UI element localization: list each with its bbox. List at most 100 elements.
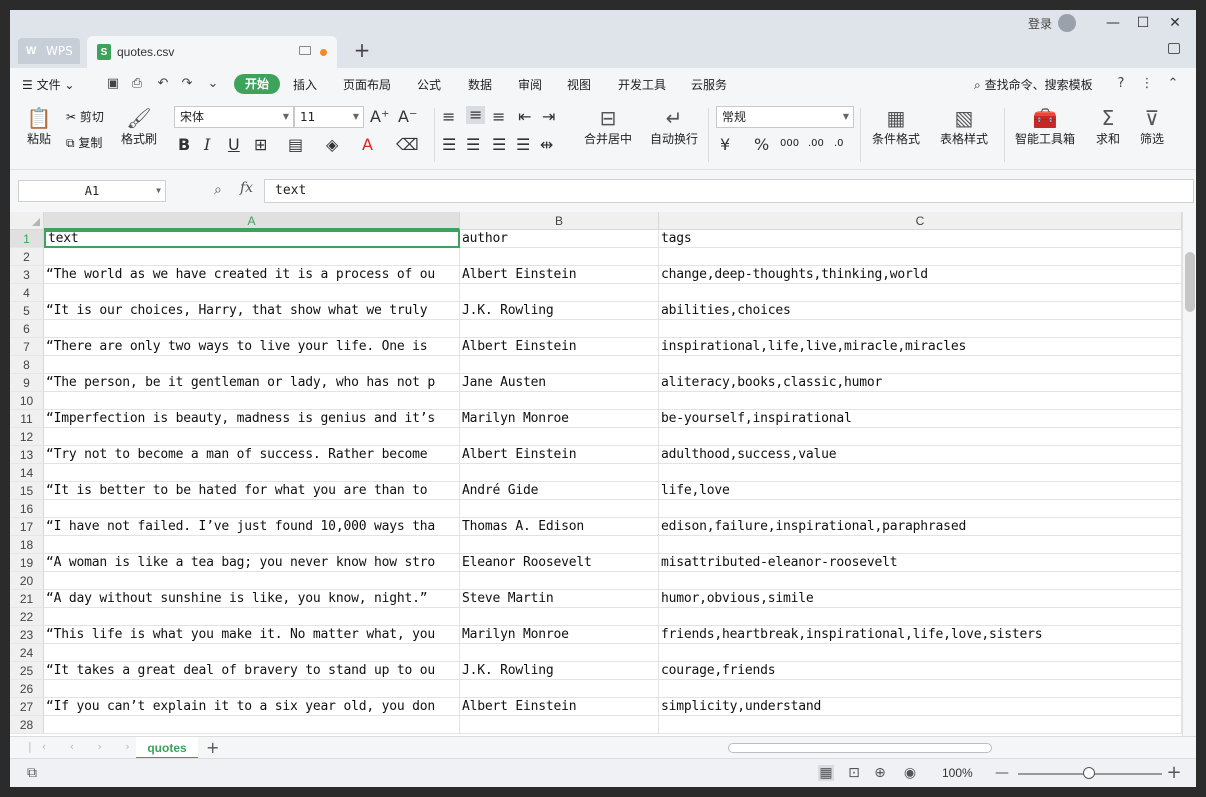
more-options-icon[interactable]: ⋮ (1140, 77, 1154, 91)
cell-col-b[interactable] (460, 536, 659, 554)
sheet-tab-quotes[interactable]: quotes (136, 737, 198, 759)
cell-col-a[interactable] (44, 644, 460, 662)
cell-col-b[interactable] (460, 464, 659, 482)
currency-icon[interactable]: ¥ (720, 136, 730, 154)
cell-col-a[interactable] (44, 248, 460, 266)
cell-col-a[interactable] (44, 536, 460, 554)
distributed-align-icon[interactable]: ⇹ (540, 136, 553, 154)
zoom-search-icon[interactable]: ⌕ (214, 182, 222, 198)
cell-col-b[interactable] (460, 428, 659, 446)
wrap-text-button[interactable]: ↵ 自动换行 (648, 106, 700, 147)
cell-col-c[interactable]: courage,friends (659, 662, 1182, 680)
cell-col-b[interactable] (460, 320, 659, 338)
cell-col-c[interactable]: aliteracy,books,classic,humor (659, 374, 1182, 392)
row-header[interactable]: 28 (10, 716, 44, 734)
close-button[interactable]: ✕ (1162, 14, 1188, 32)
paste-button[interactable]: 📋 粘贴 (22, 106, 56, 147)
cell-col-c[interactable]: abilities,choices (659, 302, 1182, 320)
cell-col-c[interactable]: humor,obvious,simile (659, 590, 1182, 608)
redo-icon[interactable]: ↷ (180, 77, 194, 91)
increase-font-icon[interactable]: A⁺ (370, 108, 389, 126)
cell-col-a[interactable] (44, 392, 460, 410)
row-header[interactable]: 24 (10, 644, 44, 662)
cell-col-c[interactable] (659, 536, 1182, 554)
thousands-separator-icon[interactable]: 000 (780, 138, 799, 149)
cell-col-b[interactable]: Albert Einstein (460, 266, 659, 284)
login-area[interactable]: 登录 (1028, 14, 1077, 32)
undo-icon[interactable]: ↶ (156, 77, 170, 91)
cell-col-a[interactable] (44, 284, 460, 302)
tab-cloud-services[interactable]: 云服务 (691, 76, 727, 93)
cell-col-a[interactable]: “A woman is like a tea bag; you never kn… (44, 554, 460, 572)
save-icon[interactable]: ▣ (106, 77, 120, 91)
select-all-corner[interactable] (10, 212, 44, 230)
row-header[interactable]: 22 (10, 608, 44, 626)
row-header[interactable]: 14 (10, 464, 44, 482)
page-layout-view-icon[interactable]: ⊕ (872, 765, 888, 781)
cell-col-b[interactable]: André Gide (460, 482, 659, 500)
tab-view[interactable]: 视图 (567, 76, 591, 93)
align-bottom-icon[interactable]: ≡ (492, 108, 505, 126)
cell-col-b[interactable] (460, 644, 659, 662)
sheet-nav-arrows[interactable]: |‹ ‹ › ›| (28, 740, 154, 753)
cell-col-a[interactable]: “It is our choices, Harry, that show wha… (44, 302, 460, 320)
row-header[interactable]: 27 (10, 698, 44, 716)
zoom-out-icon[interactable]: — (994, 765, 1010, 781)
cell-col-c[interactable]: life,love (659, 482, 1182, 500)
bold-icon[interactable]: B (178, 136, 190, 154)
cell-col-c[interactable] (659, 248, 1182, 266)
cell-col-a[interactable] (44, 572, 460, 590)
vertical-scrollbar[interactable] (1182, 212, 1196, 736)
help-icon[interactable]: ? (1114, 77, 1128, 91)
row-header[interactable]: 11 (10, 410, 44, 428)
cell-col-c[interactable]: change,deep-thoughts,thinking,world (659, 266, 1182, 284)
cell-col-c[interactable]: misattributed-eleanor-roosevelt (659, 554, 1182, 572)
cell-col-b[interactable]: Thomas A. Edison (460, 518, 659, 536)
format-painter-button[interactable]: 🖌 格式刷 (118, 106, 160, 147)
page-break-view-icon[interactable]: ⊡ (846, 765, 862, 781)
row-header[interactable]: 13 (10, 446, 44, 464)
row-header[interactable]: 17 (10, 518, 44, 536)
cell-col-b[interactable]: J.K. Rowling (460, 302, 659, 320)
cell-col-c[interactable]: friends,heartbreak,inspirational,life,lo… (659, 626, 1182, 644)
sidebar-toggle-icon[interactable] (1168, 43, 1180, 54)
row-header[interactable]: 15 (10, 482, 44, 500)
cell-col-c[interactable] (659, 284, 1182, 302)
cell-col-a[interactable] (44, 500, 460, 518)
cell-col-a[interactable]: “If you can’t explain it to a six year o… (44, 698, 460, 716)
font-color-icon[interactable]: A (362, 136, 373, 154)
font-size-select[interactable]: 11 ▼ (294, 106, 364, 128)
cell-col-c[interactable]: adulthood,success,value (659, 446, 1182, 464)
cell-col-a[interactable]: “This life is what you make it. No matte… (44, 626, 460, 644)
cell-col-b[interactable] (460, 680, 659, 698)
row-header[interactable]: 21 (10, 590, 44, 608)
row-header[interactable]: 5 (10, 302, 44, 320)
row-header[interactable]: 4 (10, 284, 44, 302)
cell-col-b[interactable]: Albert Einstein (460, 338, 659, 356)
cell-col-b[interactable]: Marilyn Monroe (460, 410, 659, 428)
cell-col-b[interactable]: Jane Austen (460, 374, 659, 392)
table-style-button[interactable]: ▧ 表格样式 (934, 106, 994, 147)
cell-col-b[interactable] (460, 572, 659, 590)
cell-col-b[interactable]: Eleanor Roosevelt (460, 554, 659, 572)
row-header[interactable]: 25 (10, 662, 44, 680)
cell-col-c[interactable]: be-yourself,inspirational (659, 410, 1182, 428)
cell-col-a[interactable]: “It is better to be hated for what you a… (44, 482, 460, 500)
row-header[interactable]: 23 (10, 626, 44, 644)
borders-icon[interactable]: ⊞ (254, 136, 267, 154)
selected-cell[interactable]: text (44, 230, 460, 248)
row-header[interactable]: 1 (10, 230, 44, 248)
horizontal-scroll-thumb[interactable] (728, 743, 992, 753)
cell-col-c[interactable] (659, 680, 1182, 698)
add-sheet-button[interactable]: + (206, 738, 219, 757)
cell-col-b[interactable]: Albert Einstein (460, 446, 659, 464)
tab-data[interactable]: 数据 (468, 76, 492, 93)
cell-col-a[interactable] (44, 428, 460, 446)
smart-toolbox-button[interactable]: 🧰 智能工具箱 (1012, 106, 1078, 147)
cell-col-b[interactable]: J.K. Rowling (460, 662, 659, 680)
cell-col-b[interactable] (460, 608, 659, 626)
row-header[interactable]: 10 (10, 392, 44, 410)
cell-col-a[interactable]: “I have not failed. I’ve just found 10,0… (44, 518, 460, 536)
maximize-button[interactable]: ☐ (1130, 14, 1156, 32)
wps-app-tab[interactable]: W WPS (18, 38, 80, 64)
